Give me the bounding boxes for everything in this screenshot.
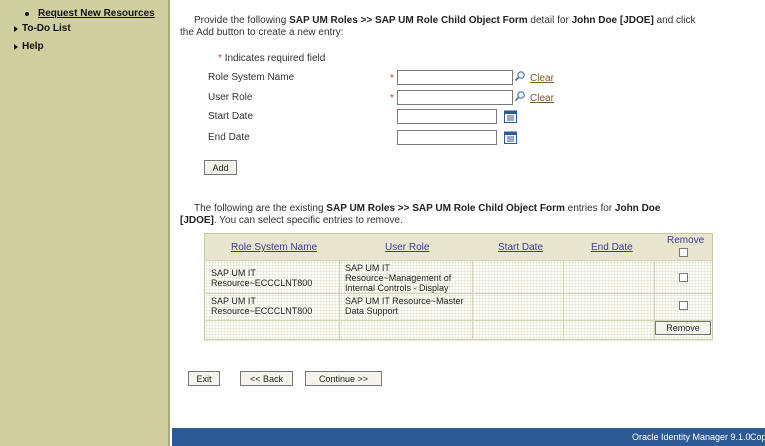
lookup-search-icon[interactable] (514, 90, 526, 102)
end-date-label: End Date (208, 132, 250, 143)
start-date-label: Start Date (208, 111, 254, 122)
back-button[interactable]: << Back (240, 371, 293, 386)
start-date-input[interactable] (397, 109, 497, 124)
required-note: * Indicates required field (218, 53, 325, 64)
user-role-input[interactable] (397, 90, 513, 105)
existing-text-part: . You can select specific entries to rem… (213, 215, 403, 226)
copyright-text: Cop (750, 432, 765, 442)
column-header-remove: Remove (667, 235, 705, 246)
table-footer-row (205, 320, 712, 341)
user-role-clear-link[interactable]: Clear (530, 93, 554, 104)
product-version: Oracle Identity Manager 9.1.0 (632, 432, 751, 442)
row2-remove-checkbox[interactable] (679, 301, 688, 310)
intro-text-part: Provide the following (194, 15, 290, 26)
column-divider (339, 260, 340, 340)
main-content: Provide the following SAP UM Roles >> SA… (172, 0, 765, 446)
column-header-end-date[interactable]: End Date (591, 242, 633, 253)
required-star: * (218, 53, 222, 64)
existing-text-part: The following are the existing (194, 203, 327, 214)
sidebar-item-todo-list[interactable]: To-Do List (22, 23, 71, 34)
column-divider (563, 260, 564, 340)
required-note-text: Indicates required field (224, 53, 326, 64)
lookup-search-icon[interactable] (514, 70, 526, 82)
expand-arrow-icon[interactable] (14, 26, 18, 32)
footer-bar: Oracle Identity Manager 9.1.0 Cop (172, 428, 765, 446)
sidebar-item-help[interactable]: Help (22, 41, 44, 52)
intro-text-part: detail for (527, 15, 572, 26)
user-role-label: User Role (208, 92, 253, 103)
column-header-role-system-name[interactable]: Role System Name (231, 242, 317, 253)
remove-button[interactable]: Remove (655, 321, 711, 335)
sidebar-item-request-new-resources[interactable]: Request New Resources (38, 8, 155, 19)
row1-role-system-name: SAP UM IT Resource~ECCCLNT800 (211, 268, 313, 288)
sidebar: Request New Resources To-Do List Help (0, 0, 170, 446)
add-button[interactable]: Add (204, 160, 237, 175)
column-header-user-role[interactable]: User Role (385, 242, 429, 253)
row1-user-role: SAP UM IT Resource~Management of Interna… (345, 263, 452, 293)
required-star: * (390, 73, 394, 84)
continue-button[interactable]: Continue >> (305, 371, 382, 386)
calendar-icon[interactable] (504, 110, 517, 123)
role-system-name-input[interactable] (397, 70, 513, 85)
existing-entries-table: Role System Name User Role Start Date En… (204, 233, 713, 341)
form-name: SAP UM Roles >> SAP UM Role Child Object… (326, 203, 565, 214)
intro-text: Provide the following SAP UM Roles >> SA… (180, 15, 700, 39)
existing-text-part: entries for (564, 203, 615, 214)
role-system-name-label: Role System Name (208, 72, 295, 83)
column-header-start-date[interactable]: Start Date (498, 242, 543, 253)
select-all-checkbox[interactable] (679, 248, 688, 257)
row1-remove-checkbox[interactable] (679, 273, 688, 282)
role-system-name-clear-link[interactable]: Clear (530, 73, 554, 84)
end-date-input[interactable] (397, 130, 497, 145)
row2-role-system-name: SAP UM IT Resource~ECCCLNT800 (211, 296, 313, 316)
existing-entries-text: The following are the existing SAP UM Ro… (180, 203, 692, 227)
form-name: SAP UM Roles >> SAP UM Role Child Object… (289, 15, 528, 26)
column-divider (472, 260, 473, 340)
required-star: * (390, 93, 394, 104)
user-name: John Doe [JDOE] (571, 15, 654, 26)
row2-user-role: SAP UM IT Resource~Master Data Support (345, 296, 464, 316)
exit-button[interactable]: Exit (188, 371, 220, 386)
expand-arrow-icon[interactable] (14, 44, 18, 50)
calendar-icon[interactable] (504, 131, 517, 144)
bullet-icon (25, 12, 29, 16)
